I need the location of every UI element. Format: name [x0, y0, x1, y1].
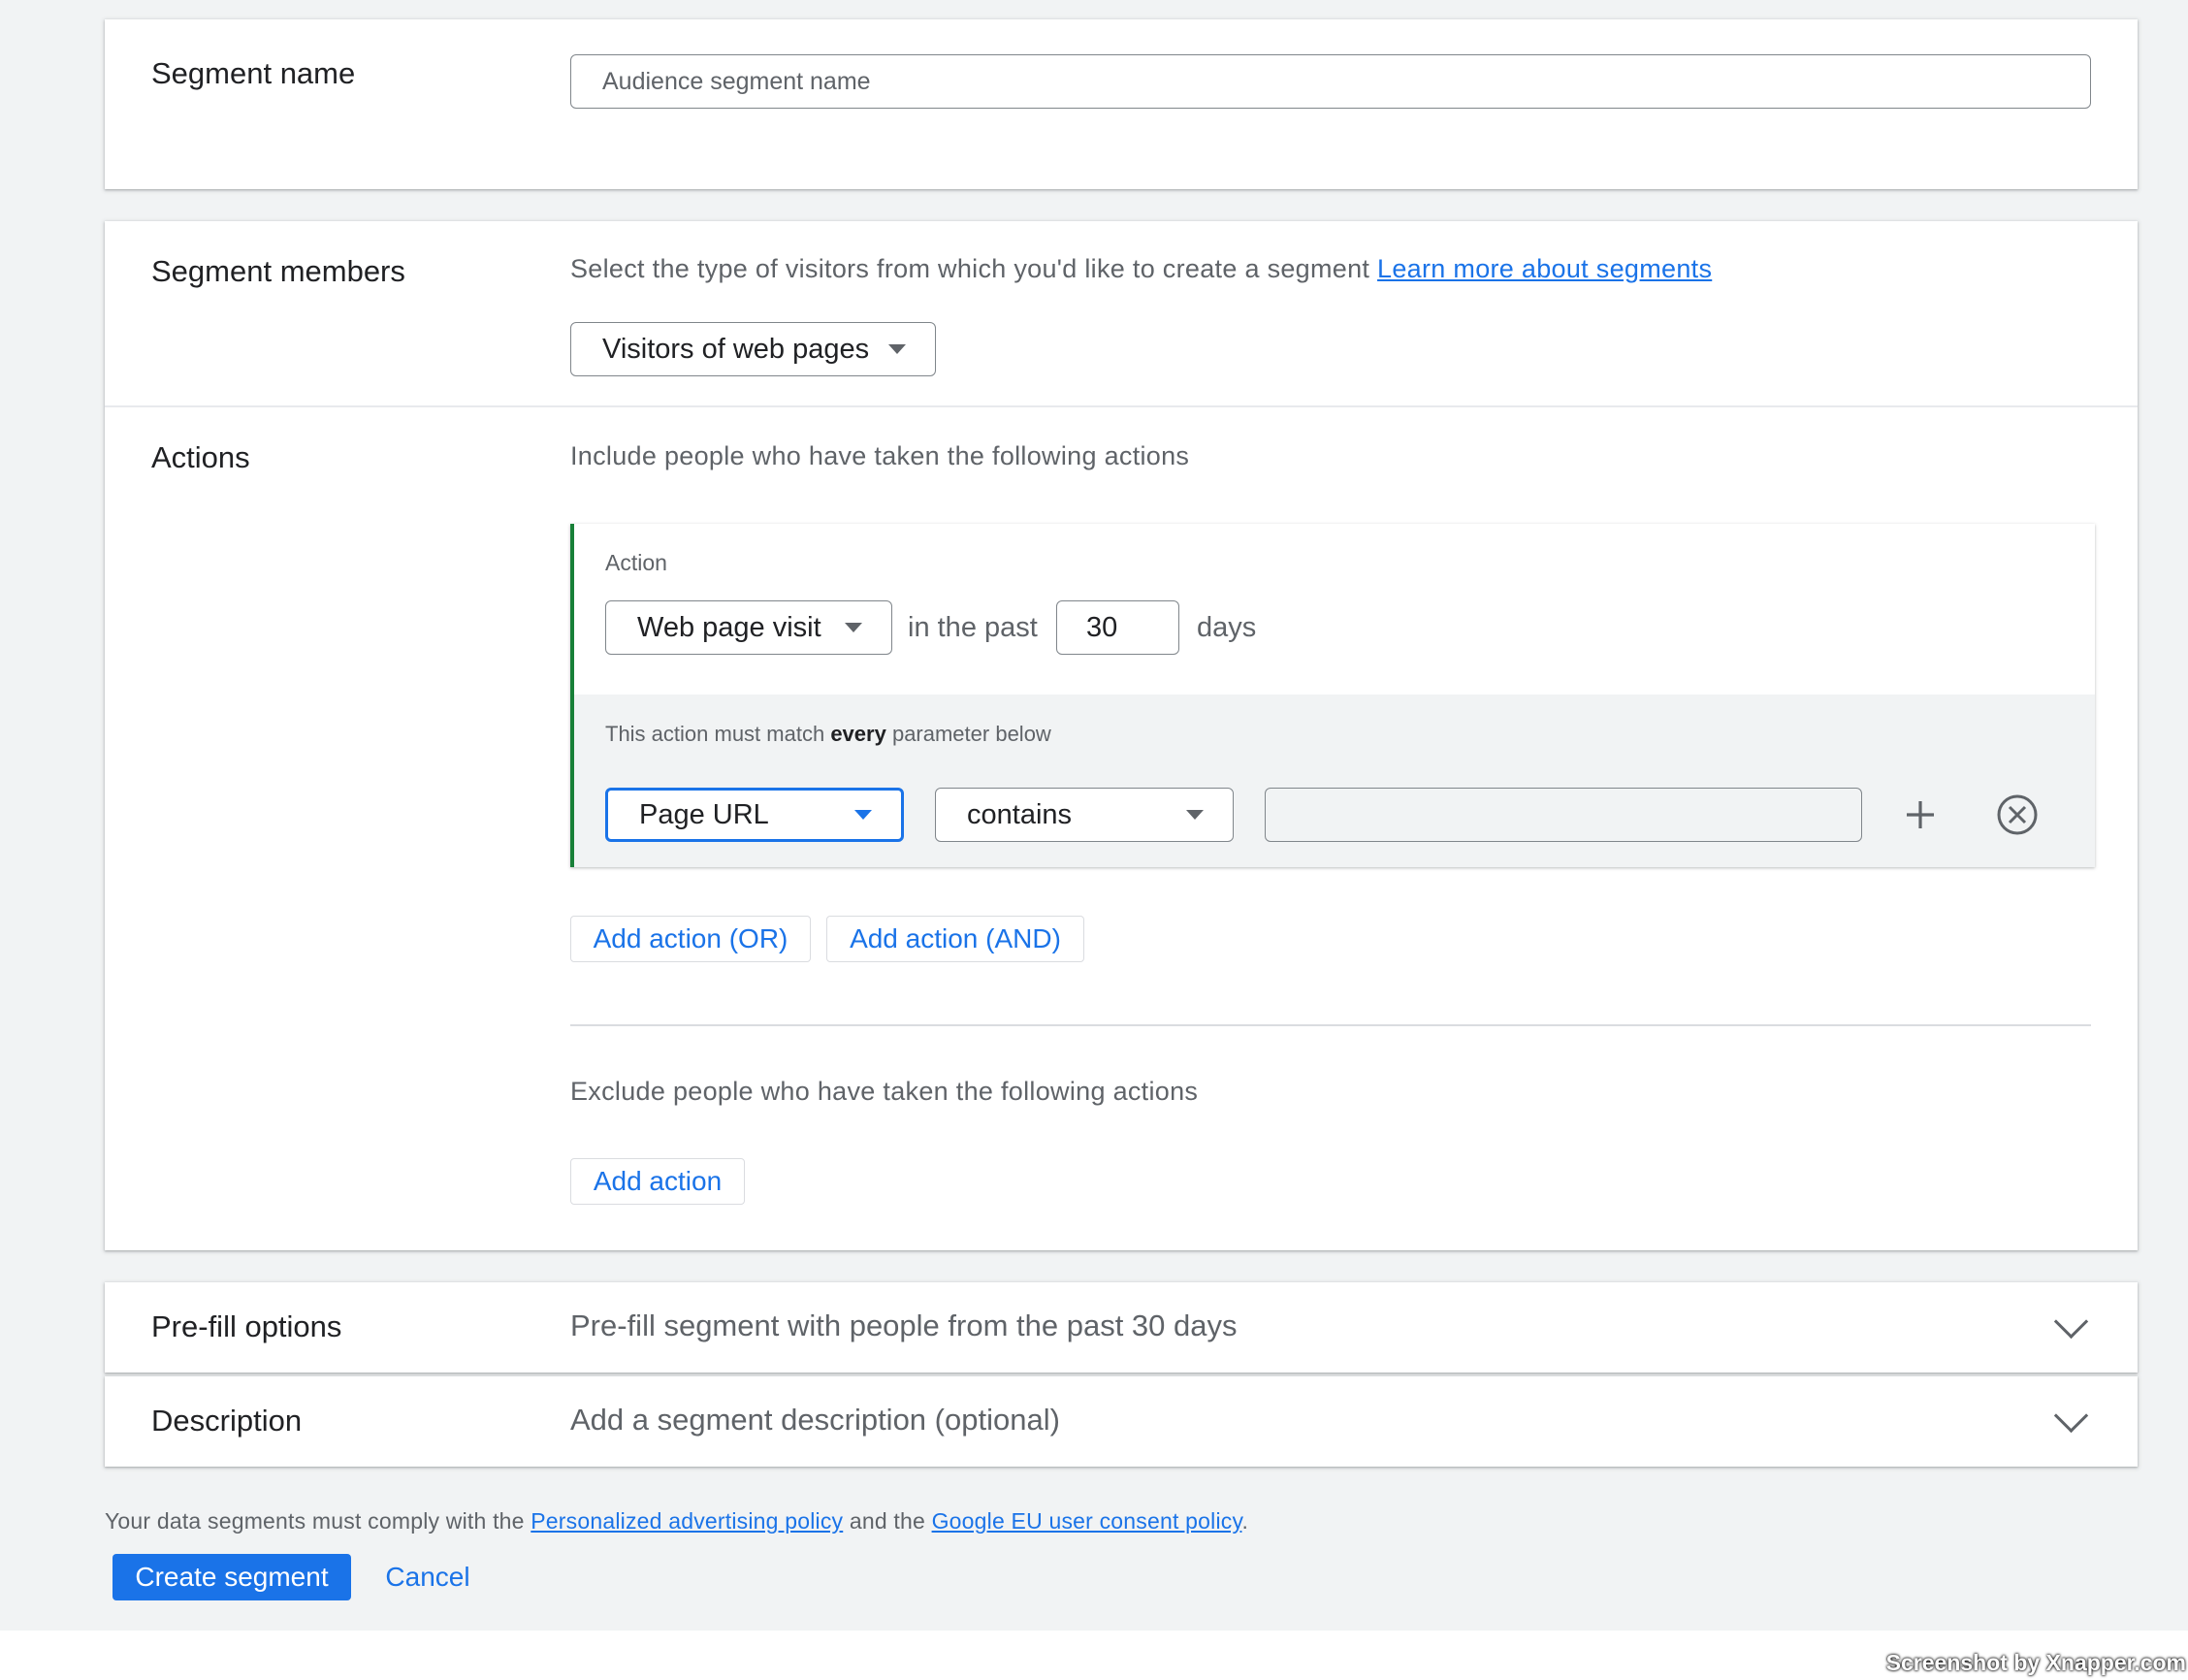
personalized-advertising-policy-link[interactable]: Personalized advertising policy [531, 1508, 843, 1534]
operator-dropdown[interactable]: contains [935, 788, 1234, 842]
create-segment-button[interactable]: Create segment [113, 1554, 351, 1600]
actions-title: Actions [151, 440, 250, 474]
visitor-type-selected: Visitors of web pages [602, 333, 870, 365]
visitor-type-dropdown[interactable]: Visitors of web pages [570, 322, 936, 376]
plus-icon [1907, 801, 1934, 828]
action-type-dropdown[interactable]: Web page visit [605, 600, 892, 655]
segment-members-title: Segment members [151, 254, 405, 288]
chevron-down-icon [845, 623, 862, 632]
segment-name-card: Segment name [105, 19, 2138, 189]
cancel-button[interactable]: Cancel [367, 1554, 489, 1600]
prefill-options-title: Pre-fill options [151, 1309, 342, 1343]
cancel-circle-icon [1997, 794, 2038, 835]
chevron-down-icon [1186, 810, 1204, 820]
parameter-value-input[interactable] [1265, 788, 1862, 842]
parameter-selected: Page URL [639, 798, 769, 830]
days-text: days [1197, 612, 1257, 643]
learn-more-link[interactable]: Learn more about segments [1377, 254, 1712, 283]
chevron-down-icon [854, 810, 872, 820]
add-exclude-action-button[interactable]: Add action [570, 1158, 745, 1205]
bottom-strip [0, 1631, 2188, 1680]
add-parameter-button[interactable] [1897, 792, 1944, 838]
parameter-area: This action must match every parameter b… [574, 695, 2095, 867]
watermark: Screenshot by Xnapper.com [1885, 1650, 2186, 1675]
parameter-dropdown[interactable]: Page URL [605, 788, 904, 842]
compliance-text: Your data segments must comply with the … [105, 1508, 1249, 1534]
add-action-or-button[interactable]: Add action (OR) [570, 916, 811, 962]
description-card[interactable]: Description Add a segment description (o… [105, 1376, 2138, 1467]
action-type-selected: Web page visit [637, 611, 821, 643]
operator-selected: contains [967, 798, 1073, 830]
prefill-summary: Pre-fill segment with people from the pa… [570, 1308, 1238, 1342]
action-label: Action [605, 550, 667, 575]
add-action-and-button[interactable]: Add action (AND) [826, 916, 1084, 962]
in-the-past-text: in the past [908, 612, 1038, 643]
description-summary: Add a segment description (optional) [570, 1403, 1060, 1437]
eu-user-consent-policy-link[interactable]: Google EU user consent policy [932, 1508, 1242, 1534]
segment-members-description: Select the type of visitors from which y… [570, 254, 1713, 283]
action-card: Action Web page visit in the past days T… [570, 524, 2095, 867]
chevron-down-icon [2053, 1398, 2089, 1434]
include-exclude-divider [570, 1024, 2091, 1026]
include-text: Include people who have taken the follow… [570, 441, 1190, 470]
segment-name-title: Segment name [151, 56, 356, 90]
days-input[interactable] [1056, 600, 1179, 655]
match-text: This action must match every parameter b… [605, 722, 1051, 746]
segment-name-input[interactable] [570, 54, 2091, 109]
exclude-text: Exclude people who have taken the follow… [570, 1077, 1199, 1106]
chevron-down-icon [888, 344, 906, 354]
chevron-down-icon [2053, 1304, 2089, 1340]
section-divider [105, 405, 2138, 407]
segment-definition-card: Segment members Select the type of visit… [105, 221, 2138, 1250]
prefill-options-card[interactable]: Pre-fill options Pre-fill segment with p… [105, 1282, 2138, 1373]
description-title: Description [151, 1404, 303, 1438]
remove-parameter-button[interactable] [1990, 788, 2044, 842]
